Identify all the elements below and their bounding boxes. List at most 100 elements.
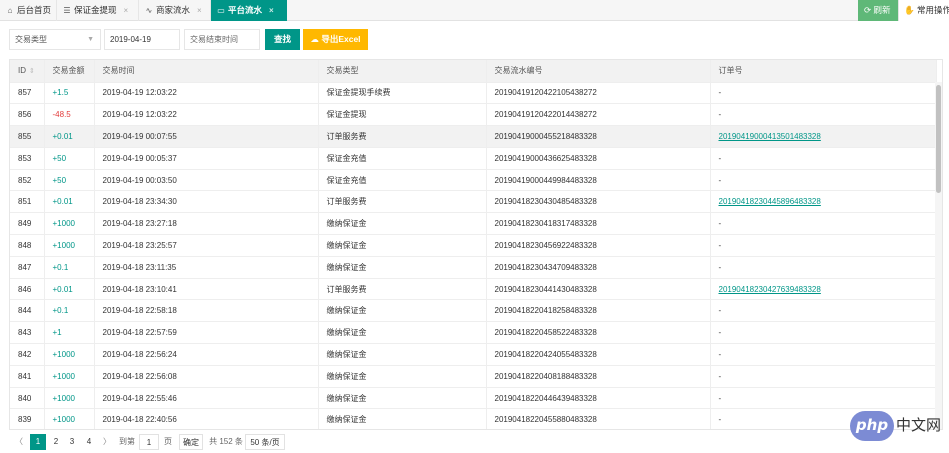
cell-id: 847 <box>10 256 45 279</box>
cell-amount: +1.5 <box>44 82 95 105</box>
cell-amount: +1 <box>44 321 95 345</box>
table-row[interactable]: 856 -48.5 2019-04-19 12:03:22 保证金提现 20190419… <box>10 103 937 127</box>
table-row[interactable]: 848 +1000 2019-04-18 23:25:57 缴纳保证金 20190418… <box>10 234 937 257</box>
table-row[interactable]: 855 +0.01 2019-04-19 00:07:55 订单服务费 20190419… <box>10 125 937 148</box>
cell-id: 857 <box>10 82 45 105</box>
cell-time: 2019-04-18 23:27:18 <box>94 212 319 236</box>
order-link[interactable]: 20190418230427639483328 <box>719 285 821 294</box>
cell-id: 853 <box>10 147 45 170</box>
page-4-button[interactable]: 4 <box>81 434 97 450</box>
table-row[interactable]: 857 +1.5 2019-04-19 12:03:22 保证金提现手续费 201904… <box>10 82 937 105</box>
table-row[interactable]: 853 +50 2019-04-19 00:05:37 保证金充值 2019041900… <box>10 147 937 170</box>
cell-type: 保证金提现手续费 <box>318 82 487 105</box>
cell-id: 852 <box>10 169 45 192</box>
cell-type: 缴纳保证金 <box>318 299 487 323</box>
cell-id: 849 <box>10 212 45 236</box>
cell-type: 缴纳保证金 <box>318 408 487 429</box>
cell-amount: +1000 <box>44 408 95 429</box>
order-link[interactable]: 20190419000413501483328 <box>719 132 821 141</box>
column-header-id[interactable]: ID ⇕ <box>10 60 45 83</box>
total-count: 共 152 条 <box>209 437 243 446</box>
cell-serial: 20190418230456922483328 <box>486 234 711 257</box>
home-icon: ⌂ <box>7 6 13 15</box>
page-2-button[interactable]: 2 <box>48 434 64 450</box>
refresh-button[interactable]: ⟳ 刷新 <box>858 0 898 21</box>
cell-order: - <box>710 147 937 170</box>
scrollbar-thumb[interactable] <box>936 85 941 193</box>
cell-order: 20190418230427639483328 <box>710 278 937 301</box>
cell-type: 保证金提现 <box>318 103 487 127</box>
cell-serial: 20190419000449984483328 <box>486 169 711 192</box>
cell-order: - <box>710 234 937 257</box>
table-row[interactable]: 840 +1000 2019-04-18 22:55:46 缴纳保证金 20190418… <box>10 387 937 410</box>
export-excel-button[interactable]: ☁ 导出Excel <box>303 29 368 50</box>
end-date-input[interactable]: 交易结束时间 <box>184 29 260 50</box>
table-row[interactable]: 849 +1000 2019-04-18 23:27:18 缴纳保证金 20190418… <box>10 212 937 236</box>
cell-type: 保证金充值 <box>318 147 487 170</box>
tab-label: 商家流水 <box>156 5 191 15</box>
column-header-order: 订单号 <box>710 60 937 83</box>
card-icon: ▭ <box>217 6 225 15</box>
close-icon[interactable]: × <box>269 6 274 15</box>
tab-home[interactable]: ⌂ 后台首页 <box>0 0 57 21</box>
cell-id: 855 <box>10 125 45 148</box>
cell-serial: 20190418230418317483328 <box>486 212 711 236</box>
query-button[interactable]: 查找 <box>265 29 300 50</box>
table-row[interactable]: 841 +1000 2019-04-18 22:56:08 缴纳保证金 20190418… <box>10 365 937 388</box>
prev-page-icon[interactable]: 〈 <box>13 434 25 450</box>
table-row[interactable]: 844 +0.1 2019-04-18 22:58:18 缴纳保证金 201904182… <box>10 299 937 323</box>
page-1-button[interactable]: 1 <box>30 434 46 450</box>
php-logo: php <box>850 411 894 441</box>
cell-order: - <box>710 256 937 279</box>
cell-amount: +50 <box>44 169 95 192</box>
cell-type: 订单服务费 <box>318 278 487 301</box>
table-row[interactable]: 846 +0.01 2019-04-18 23:10:41 订单服务费 20190418… <box>10 278 937 301</box>
cell-type: 订单服务费 <box>318 190 487 214</box>
cell-order: - <box>710 103 937 127</box>
start-date-input[interactable]: 2019-04-19 <box>104 29 180 50</box>
cell-serial: 20190418220424055483328 <box>486 343 711 366</box>
close-icon[interactable]: × <box>124 6 129 15</box>
column-header-type: 交易类型 <box>318 60 487 83</box>
table-row[interactable]: 839 +1000 2019-04-18 22:40:56 缴纳保证金 20190418… <box>10 408 937 429</box>
cell-amount: +50 <box>44 147 95 170</box>
cell-time: 2019-04-18 22:40:56 <box>94 408 319 429</box>
cell-type: 订单服务费 <box>318 125 487 148</box>
common-actions-button[interactable]: ✋ 常用操作 <box>898 0 949 21</box>
goto-confirm-button[interactable]: 确定 <box>179 434 203 450</box>
tab-label: 后台首页 <box>17 5 52 15</box>
cell-id: 851 <box>10 190 45 214</box>
cell-time: 2019-04-18 22:56:24 <box>94 343 319 366</box>
table-row[interactable]: 852 +50 2019-04-19 00:03:50 保证金充值 2019041900… <box>10 169 937 192</box>
cell-serial: 20190419000436625483328 <box>486 147 711 170</box>
tab-merchant-flow[interactable]: ∿ 商家流水 × <box>139 0 211 21</box>
page-3-button[interactable]: 3 <box>64 434 80 450</box>
table-row[interactable]: 843 +1 2019-04-18 22:57:59 缴纳保证金 20190418220… <box>10 321 937 345</box>
cell-type: 缴纳保证金 <box>318 387 487 410</box>
order-link[interactable]: 20190418230445896483328 <box>719 197 821 206</box>
table-row[interactable]: 842 +1000 2019-04-18 22:56:24 缴纳保证金 20190418… <box>10 343 937 366</box>
cell-time: 2019-04-18 22:56:08 <box>94 365 319 388</box>
cell-serial: 20190418220408188483328 <box>486 365 711 388</box>
tab-deposit-withdraw[interactable]: ☰ 保证金提现 × <box>57 0 139 21</box>
table-row[interactable]: 851 +0.01 2019-04-18 23:34:30 订单服务费 20190418… <box>10 190 937 214</box>
tab-platform-flow[interactable]: ▭ 平台流水 × <box>211 0 287 21</box>
watermark-text: 中文网 <box>896 417 942 434</box>
cell-time: 2019-04-18 22:55:46 <box>94 387 319 410</box>
cell-order: - <box>710 169 937 192</box>
transaction-type-select[interactable]: 交易类型 ▼ <box>9 29 101 50</box>
sort-icon[interactable]: ⇕ <box>29 68 35 75</box>
page-size-select[interactable]: 50 条/页 ⇕ <box>245 434 285 450</box>
cell-amount: +0.01 <box>44 278 95 301</box>
cell-order: - <box>710 387 937 410</box>
cell-time: 2019-04-19 12:03:22 <box>94 82 319 105</box>
cell-id: 840 <box>10 387 45 410</box>
cell-id: 839 <box>10 408 45 429</box>
table-row[interactable]: 847 +0.1 2019-04-18 23:11:35 缴纳保证金 201904182… <box>10 256 937 279</box>
cell-time: 2019-04-19 00:07:55 <box>94 125 319 148</box>
close-icon[interactable]: × <box>197 6 202 15</box>
goto-label: 到第 <box>119 437 135 446</box>
cell-id: 856 <box>10 103 45 127</box>
goto-page-input[interactable]: 1 <box>139 434 159 450</box>
next-page-icon[interactable]: 〉 <box>101 434 113 450</box>
